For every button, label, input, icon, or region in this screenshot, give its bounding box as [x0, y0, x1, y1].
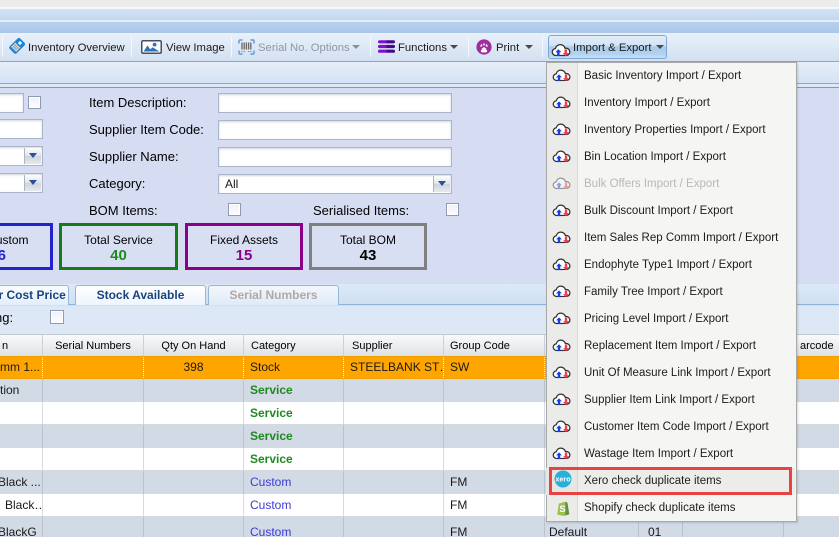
svg-text:S: S — [559, 504, 565, 515]
